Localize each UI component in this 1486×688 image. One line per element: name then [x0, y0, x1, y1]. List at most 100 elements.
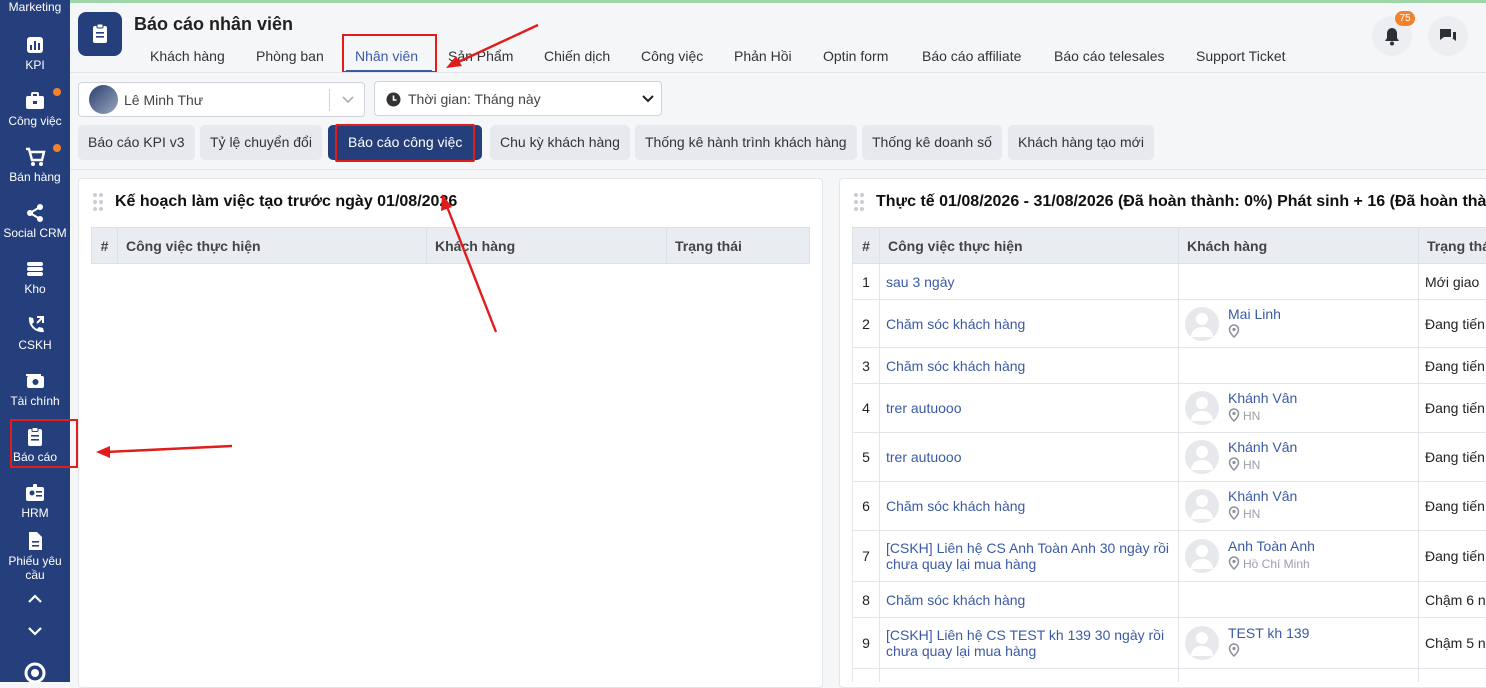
customer-avatar: [1185, 539, 1219, 573]
tab-cong-viec[interactable]: Công việc: [641, 48, 703, 64]
status-cell: Đang tiến: [1419, 348, 1486, 384]
employee-select-value: Lê Minh Thư: [124, 92, 203, 108]
employee-avatar: [89, 85, 118, 114]
task-link[interactable]: Chăm sóc khách hàng: [880, 482, 1179, 531]
column-header-status: Trạng thái: [667, 228, 810, 264]
sidebar-item-label: Kho: [0, 282, 70, 296]
chip-chu-ky-khach-hang[interactable]: Chu kỳ khách hàng: [490, 125, 630, 160]
status-cell: Đang tiến: [1419, 482, 1486, 531]
top-accent-line: [0, 0, 1486, 3]
drag-handle-icon[interactable]: [852, 191, 866, 213]
sidebar-item-phieu-yeu-cau[interactable]: Phiếu yêu cầu: [0, 530, 70, 582]
plan-panel-title: Kế hoạch làm việc tạo trước ngày 01/08/2…: [115, 193, 457, 211]
row-index: 5: [853, 433, 880, 482]
table-row[interactable]: 8Chăm sóc khách hàngChậm 6 ng: [853, 582, 1486, 618]
task-link[interactable]: Chăm sóc khách hàng: [880, 582, 1179, 618]
row-index: 3: [853, 348, 880, 384]
task-link[interactable]: sau 3 ngày: [880, 264, 1179, 300]
tab-bao-cao-telesales[interactable]: Báo cáo telesales: [1054, 48, 1165, 64]
customer-location: [1228, 324, 1243, 339]
table-row[interactable]: 10Chăm sóc khách hàngChậm 4 ng: [853, 669, 1486, 683]
table-row[interactable]: 1sau 3 ngàyMới giao: [853, 264, 1486, 300]
task-title: Chăm sóc khách hàng: [886, 679, 1172, 683]
chip-thong-ke-doanh-so[interactable]: Thống kê doanh số: [862, 125, 1002, 160]
task-link[interactable]: Chăm sóc khách hàng: [880, 669, 1179, 683]
customer-location-text: HN: [1243, 507, 1260, 521]
tab-support-ticket[interactable]: Support Ticket: [1196, 48, 1286, 64]
task-link[interactable]: Chăm sóc khách hàng: [880, 348, 1179, 384]
customer-name-link[interactable]: Khánh Vân: [1228, 390, 1297, 406]
sidebar-item-kpi[interactable]: KPI: [0, 34, 70, 72]
clipboard-icon: [91, 23, 109, 45]
chevron-down-icon: [641, 94, 655, 104]
customer-name-link[interactable]: Khánh Vân: [1228, 488, 1297, 504]
actual-panel-title: Thực tế 01/08/2026 - 31/08/2026 (Đã hoàn…: [876, 193, 1486, 211]
row-index: 7: [853, 531, 880, 582]
sidebar-item-marketing[interactable]: Marketing: [0, 0, 70, 14]
sidebar-item-hrm[interactable]: HRM: [0, 482, 70, 520]
customer-location-text: Hồ Chí Minh: [1243, 557, 1310, 571]
row-index: 8: [853, 582, 880, 618]
bar-chart-icon: [24, 34, 46, 56]
sidebar-item-label: Social CRM: [0, 226, 70, 240]
sidebar-item-tai-chinh[interactable]: Tài chính: [0, 370, 70, 408]
share-icon: [24, 202, 46, 224]
messages-button[interactable]: [1428, 16, 1468, 56]
support-lifebuoy-icon[interactable]: [24, 662, 46, 684]
customer-name-link[interactable]: Mai Linh: [1228, 306, 1281, 322]
tab-bao-cao-affiliate[interactable]: Báo cáo affiliate: [922, 48, 1021, 64]
table-row[interactable]: 6Chăm sóc khách hàngKhánh VânHNĐang tiến: [853, 482, 1486, 531]
employee-select[interactable]: Lê Minh Thư: [78, 82, 365, 117]
customer-name-link[interactable]: TEST kh 139: [1228, 625, 1309, 641]
row-index: 10: [853, 669, 880, 683]
customer-name-link[interactable]: Anh Toàn Anh: [1228, 538, 1315, 554]
customer-cell: [1179, 582, 1419, 618]
task-link[interactable]: Chăm sóc khách hàng: [880, 300, 1179, 348]
table-row[interactable]: 4trer autuoooKhánh VânHNĐang tiến: [853, 384, 1486, 433]
chip-thong-ke-hanh-trinh[interactable]: Thống kê hành trình khách hàng: [635, 125, 857, 160]
drag-handle-icon[interactable]: [91, 191, 105, 213]
table-row[interactable]: 7[CSKH] Liên hệ CS Anh Toàn Anh 30 ngày …: [853, 531, 1486, 582]
status-cell: Đang tiến: [1419, 384, 1486, 433]
chevron-down-icon[interactable]: [27, 625, 43, 637]
document-icon: [24, 530, 46, 552]
sidebar-item-kho[interactable]: Kho: [0, 258, 70, 296]
annotation-arrow: [436, 190, 502, 336]
table-row[interactable]: 5trer autuoooKhánh VânHNĐang tiến: [853, 433, 1486, 482]
sidebar-item-social-crm[interactable]: Social CRM: [0, 202, 70, 240]
tab-khach-hang[interactable]: Khách hàng: [150, 48, 225, 64]
customer-cell: Mai Linh: [1179, 300, 1419, 348]
customer-name-link[interactable]: Khánh Vân: [1228, 439, 1297, 455]
location-pin-icon: [1228, 556, 1240, 570]
location-pin-icon: [1228, 506, 1240, 520]
time-range-select[interactable]: Thời gian: Tháng này: [374, 81, 662, 116]
task-title: trer autuooo: [886, 449, 1172, 465]
time-range-value: Thời gian: Tháng này: [408, 91, 541, 107]
tab-phong-ban[interactable]: Phòng ban: [256, 48, 324, 64]
table-row[interactable]: 2Chăm sóc khách hàngMai LinhĐang tiến: [853, 300, 1486, 348]
task-title-line2: chưa quay lại mua hàng: [886, 556, 1172, 572]
tab-optin-form[interactable]: Optin form: [823, 48, 888, 64]
task-link[interactable]: [CSKH] Liên hệ CS TEST kh 139 30 ngày rồ…: [880, 618, 1179, 669]
tab-chien-dich[interactable]: Chiến dịch: [544, 48, 610, 64]
task-title: Chăm sóc khách hàng: [886, 498, 1172, 514]
task-title: Chăm sóc khách hàng: [886, 316, 1172, 332]
status-cell: Chậm 5 ng: [1419, 618, 1486, 669]
sidebar-item-ban-hang[interactable]: Bán hàng: [0, 146, 70, 184]
chevron-up-icon[interactable]: [27, 593, 43, 605]
sidebar-item-cskh[interactable]: CSKH: [0, 314, 70, 352]
tab-phan-hoi[interactable]: Phản Hồi: [734, 48, 792, 64]
actual-table: # Công việc thực hiện Khách hàng Trạng t…: [852, 227, 1486, 682]
task-link[interactable]: trer autuooo: [880, 384, 1179, 433]
task-title-line2: chưa quay lại mua hàng: [886, 643, 1172, 659]
table-row[interactable]: 3Chăm sóc khách hàng Đang tiến: [853, 348, 1486, 384]
table-row[interactable]: 9[CSKH] Liên hệ CS TEST kh 139 30 ngày r…: [853, 618, 1486, 669]
chip-bao-cao-kpi-v3[interactable]: Báo cáo KPI v3: [78, 125, 195, 160]
bell-icon: [1383, 26, 1401, 46]
chip-khach-hang-tao-moi[interactable]: Khách hàng tạo mới: [1008, 125, 1154, 160]
column-header-index: #: [92, 228, 118, 264]
task-link[interactable]: [CSKH] Liên hệ CS Anh Toàn Anh 30 ngày r…: [880, 531, 1179, 582]
sidebar-item-cong-viec[interactable]: Công việc: [0, 90, 70, 128]
chip-ty-le-chuyen-doi[interactable]: Tỷ lệ chuyển đổi: [200, 125, 322, 160]
task-link[interactable]: trer autuooo: [880, 433, 1179, 482]
